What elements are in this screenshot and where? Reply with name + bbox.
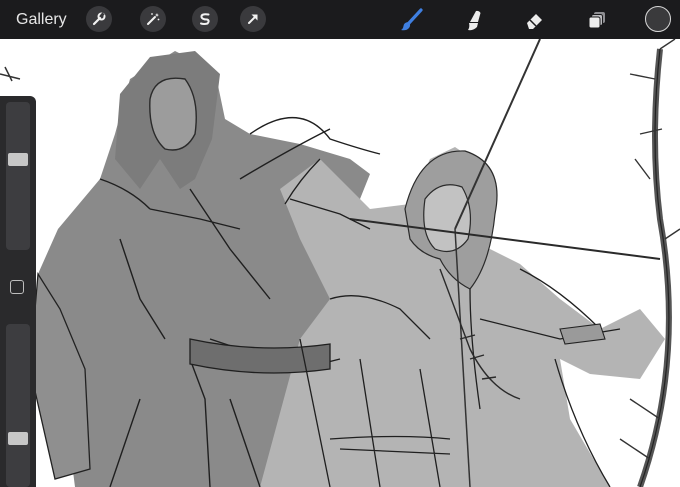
brush-button[interactable] <box>398 6 426 34</box>
wrench-icon <box>92 12 106 26</box>
artwork-sketch <box>0 39 680 487</box>
bow-branches <box>619 39 680 460</box>
smudge-button[interactable] <box>459 6 487 34</box>
male-face <box>149 77 197 151</box>
modify-button[interactable] <box>10 280 24 294</box>
smudge-icon <box>468 10 481 31</box>
actions-button[interactable] <box>86 6 112 32</box>
selection-icon <box>200 13 210 25</box>
bow <box>637 48 672 487</box>
small-branch-left <box>0 66 21 82</box>
layers-button[interactable] <box>583 6 611 34</box>
bowstring <box>454 39 541 230</box>
color-picker-button[interactable] <box>645 6 671 32</box>
transform-arrow-icon <box>248 14 258 24</box>
brush-size-handle[interactable] <box>8 153 28 166</box>
magic-wand-icon <box>147 13 160 25</box>
adjustments-button[interactable] <box>140 6 166 32</box>
selection-button[interactable] <box>192 6 218 32</box>
top-toolbar: Gallery <box>0 0 680 39</box>
brush-sidebar <box>0 96 36 487</box>
gallery-button[interactable]: Gallery <box>16 0 67 39</box>
eraser-button[interactable] <box>521 6 549 34</box>
female-face <box>423 184 472 252</box>
eraser-icon <box>527 14 542 29</box>
brush-icon <box>401 8 423 31</box>
layers-icon <box>588 12 605 29</box>
transform-button[interactable] <box>240 6 266 32</box>
brush-size-slider[interactable] <box>6 102 30 250</box>
opacity-slider[interactable] <box>6 324 30 487</box>
opacity-handle[interactable] <box>8 432 28 445</box>
drawing-canvas[interactable] <box>0 39 680 487</box>
